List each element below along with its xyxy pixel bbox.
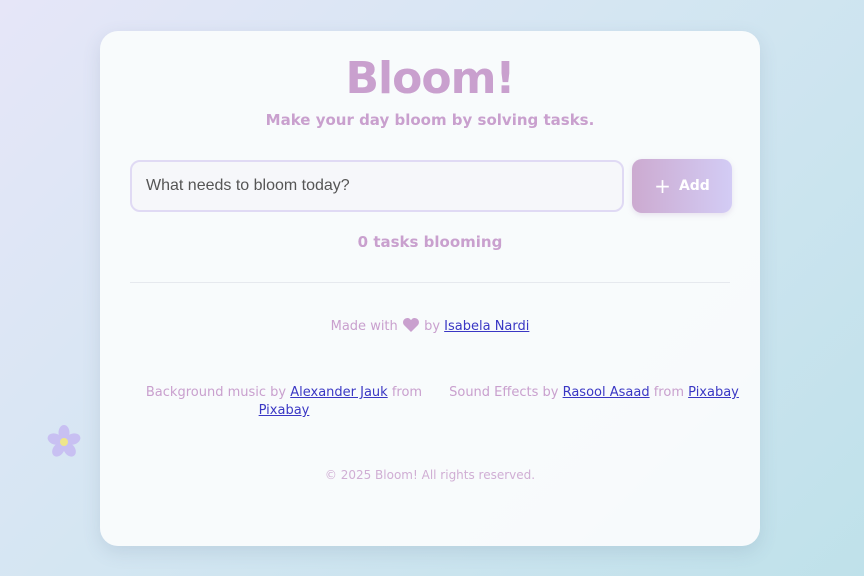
- music-author-link[interactable]: Alexander Jauk: [290, 385, 387, 400]
- task-input[interactable]: [130, 160, 624, 212]
- made-with-by: by: [424, 319, 441, 334]
- heart-icon: [402, 318, 419, 332]
- sfx-credit: Sound Effects by Rasool Asaad from Pixab…: [439, 384, 749, 402]
- sfx-credit-prefix: Sound Effects by: [449, 385, 559, 400]
- author-link[interactable]: Isabela Nardi: [444, 319, 529, 334]
- main-card: Bloom! Make your day bloom by solving ta…: [100, 31, 760, 546]
- add-button-label: Add: [678, 178, 710, 194]
- music-credit-prefix: Background music by: [145, 385, 287, 400]
- sfx-source-link[interactable]: Pixabay: [688, 385, 739, 400]
- sfx-author-link[interactable]: Rasool Asaad: [563, 385, 650, 400]
- flower-icon: [47, 425, 81, 457]
- sfx-credit-from: from: [653, 385, 684, 400]
- music-credit-from: from: [391, 385, 423, 400]
- app-title: Bloom!: [345, 53, 516, 104]
- add-task-button[interactable]: + Add: [632, 159, 732, 213]
- task-count: 0 tasks blooming: [357, 233, 503, 251]
- copyright: © 2025 Bloom! All rights reserved.: [324, 468, 536, 482]
- made-with-credit: Made with by Isabela Nardi: [100, 317, 760, 334]
- divider: [130, 282, 730, 283]
- plus-icon: +: [654, 174, 671, 198]
- music-credit: Background music by Alexander Jauk from …: [129, 384, 439, 420]
- music-source-link[interactable]: Pixabay: [259, 403, 310, 418]
- made-with-prefix: Made with: [330, 319, 398, 334]
- app-subtitle: Make your day bloom by solving tasks.: [265, 111, 595, 129]
